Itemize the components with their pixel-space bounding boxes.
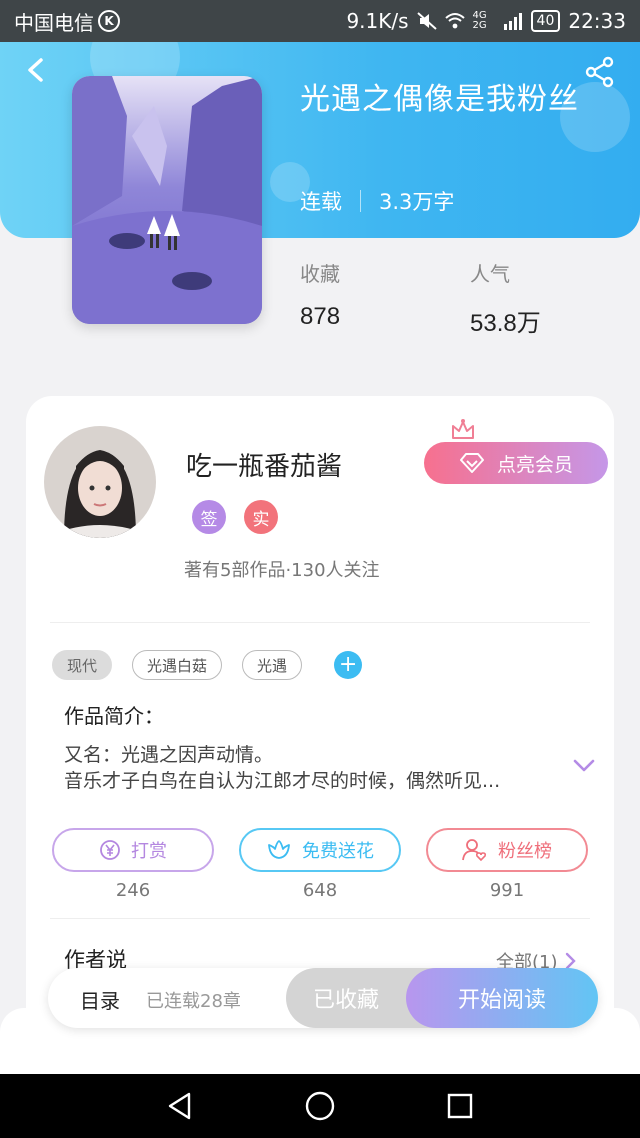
chapters-count: 已连载28章 [146,991,241,1012]
square-recents-icon [447,1093,473,1119]
meta-divider [360,190,361,212]
status-bar: 中国电信 K 9.1K/s 4G 2G 40 22:33 [0,0,640,42]
book-cover[interactable] [72,76,262,324]
book-title: 光遇之偶像是我粉丝 [300,83,579,116]
share-icon[interactable] [584,56,616,88]
tag-item[interactable]: 现代 [52,650,113,680]
fan-ranking-label: 粉丝榜 [498,841,552,862]
nav-home-button[interactable] [300,1086,340,1126]
signed-badge: 签 [192,500,226,534]
send-flower-button[interactable]: 免费送花 [239,828,401,872]
system-nav-bar [0,1074,640,1138]
tag-list: 现代 光遇白菇 光遇 + [52,650,363,680]
word-count: 3.3万字 [379,190,455,214]
network-label: 4G 2G [472,10,487,31]
serial-status: 连载 [300,190,342,214]
favorites-label: 收藏 [300,262,340,286]
wifi-icon [444,13,465,29]
send-flower-label: 免费送花 [302,841,374,862]
popularity-label: 人气 [470,262,510,286]
signal-icon [503,13,522,30]
mute-icon [416,12,437,30]
back-arrow-icon[interactable] [22,56,50,84]
nav-back-button[interactable] [160,1086,200,1126]
bottom-action-bar: 目录 已连载28章 已收藏 开始阅读 [48,968,598,1028]
carrier-label: 中国电信 [14,10,94,35]
intro-text[interactable]: 又名：光遇之因声动情。 音乐才子白鸟在自认为江郎才尽的时候，偶然听见... [64,742,564,794]
triangle-back-icon [168,1092,191,1120]
nav-recents-button[interactable] [440,1086,480,1126]
circle-home-icon [305,1091,335,1121]
yuan-coin-icon [100,840,120,860]
diamond-icon [459,453,484,473]
section-divider [50,622,590,623]
favorites-value: 878 [300,303,341,330]
flower-count: 648 [302,880,338,901]
chevron-down-icon[interactable] [572,758,596,774]
favorites-stat: 收藏 878 [300,258,340,331]
popularity-stat: 人气 53.8万 [470,258,541,338]
battery-indicator: 40 [530,10,561,32]
tag-item[interactable]: 光遇白菇 [132,650,223,680]
reward-count: 246 [115,880,151,901]
flower-icon [268,840,290,859]
vip-button[interactable]: 点亮会员 [424,442,608,484]
popularity-value: 53.8万 [470,310,541,337]
add-tag-button[interactable]: + [334,651,363,679]
toc-button[interactable]: 目录 [80,985,120,1014]
intro-line: 又名：光遇之因声动情。 [64,744,274,766]
cover-illustration [72,76,262,324]
collected-label: 已收藏 [312,988,379,1013]
fan-ranking-button[interactable]: 粉丝榜 [426,828,588,872]
intro-line: 音乐才子白鸟在自认为江郎才尽的时候，偶然听见... [64,770,501,792]
verified-badge: 实 [244,500,278,534]
crown-icon [452,419,474,439]
start-reading-button[interactable]: 开始阅读 [406,968,598,1028]
carrier-k-icon: K [98,10,120,32]
fan-count: 991 [489,880,525,901]
clock: 22:33 [568,9,626,33]
reward-button[interactable]: 打赏 [52,828,214,872]
user-heart-icon [462,839,487,862]
reward-label: 打赏 [131,841,167,862]
author-name[interactable]: 吃一瓶番茄酱 [186,446,342,483]
vip-button-label: 点亮会员 [496,453,573,476]
author-info: 著有5部作品·130人关注 [184,560,380,581]
section-divider [50,918,590,919]
author-avatar[interactable] [44,426,156,538]
book-meta: 连载 3.3万字 [300,186,454,216]
net-speed: 9.1K/s [346,9,409,33]
tag-item[interactable]: 光遇 [242,650,303,680]
intro-title: 作品简介： [64,704,164,728]
